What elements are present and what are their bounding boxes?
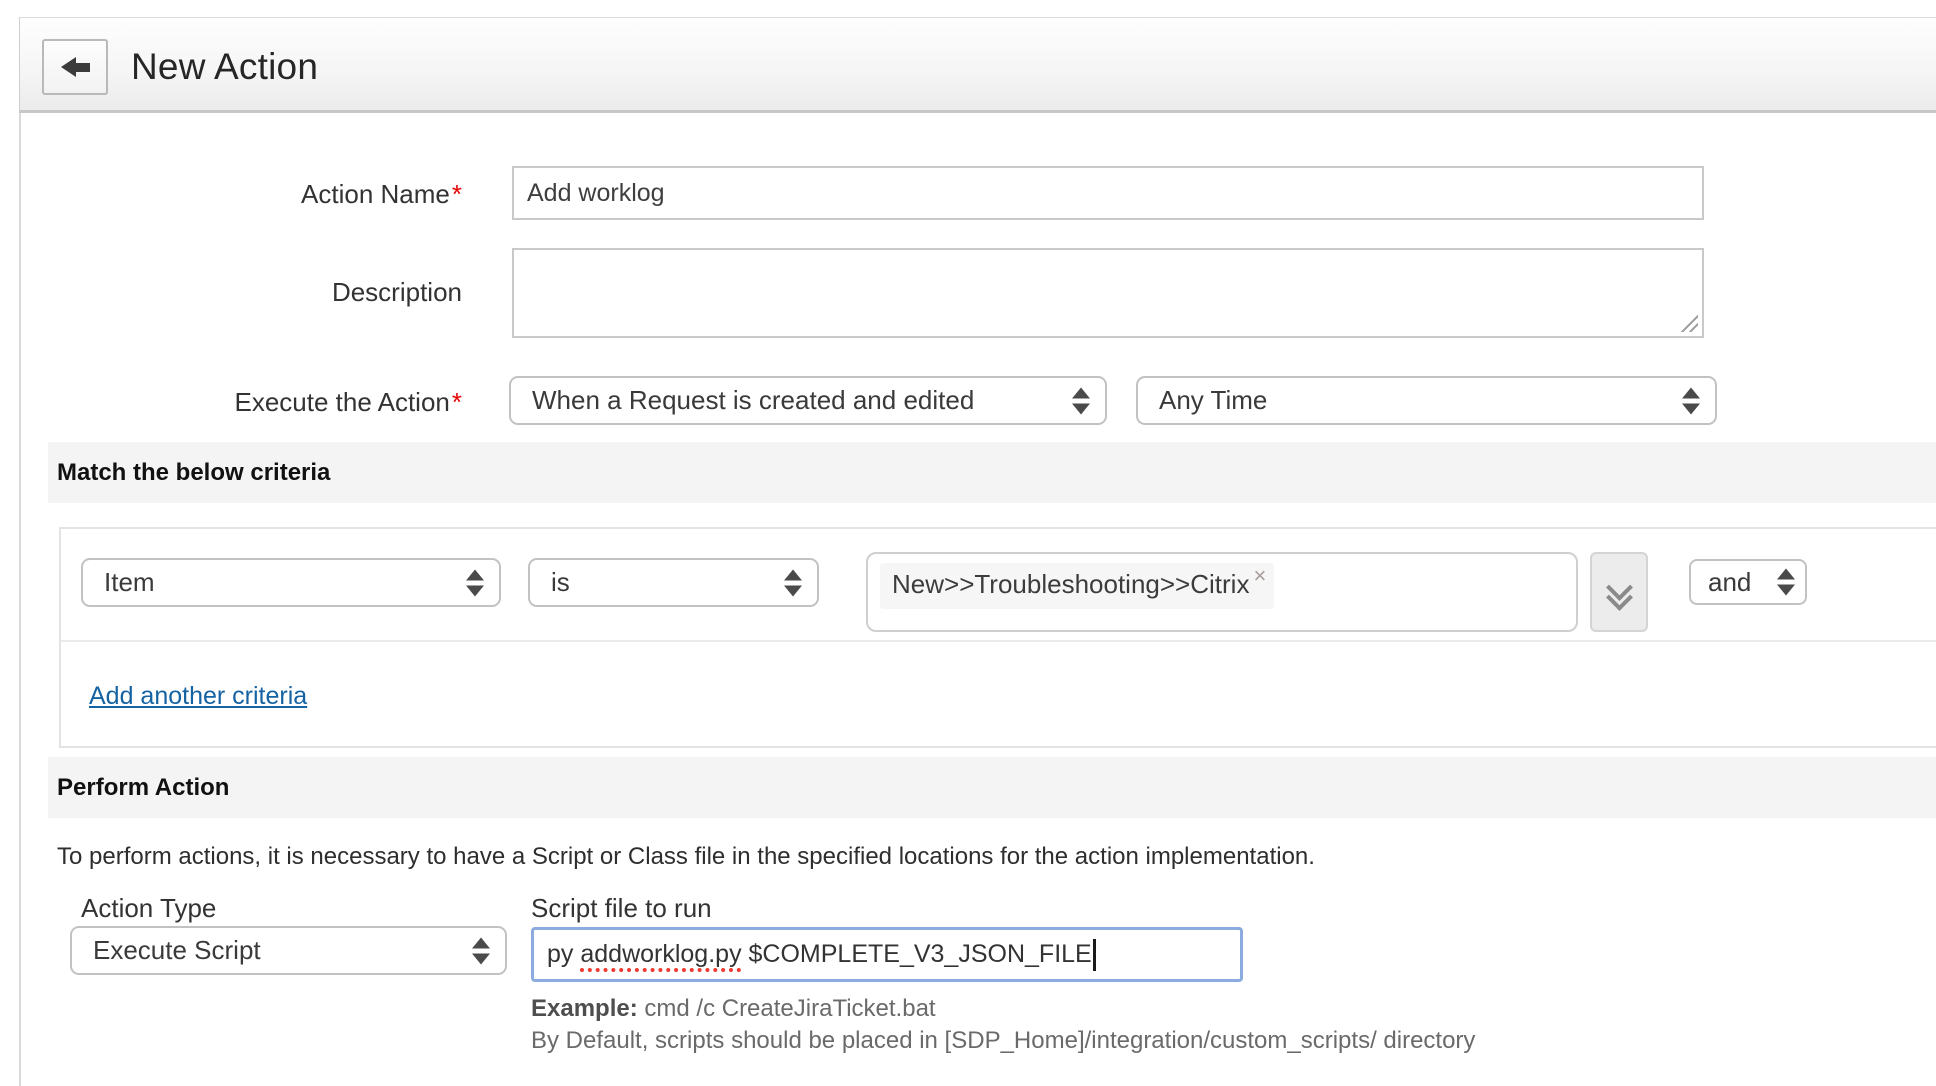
script-file-input[interactable]: py addworklog.py $COMPLETE_V3_JSON_FILE — [531, 927, 1243, 982]
arrow-left-icon — [61, 57, 90, 77]
script-file-label: Script file to run — [531, 893, 712, 924]
new-action-page: New Action Action Name* Add worklog Desc… — [0, 0, 1936, 1086]
text-cursor — [1093, 939, 1096, 971]
perform-section-header: Perform Action — [48, 757, 1936, 818]
action-type-label: Action Type — [81, 893, 216, 924]
criteria-operator-select[interactable]: is — [528, 558, 819, 607]
criteria-section-header: Match the below criteria — [48, 442, 1936, 503]
panel-left-border — [19, 113, 21, 1086]
select-arrows-icon — [784, 569, 802, 596]
criteria-field-select[interactable]: Item — [81, 558, 501, 607]
resize-handle-icon[interactable] — [1680, 314, 1698, 332]
misspelled-word: addworklog.py — [580, 940, 741, 969]
remove-tag-icon[interactable]: × — [1253, 563, 1266, 589]
script-default-note: By Default, scripts should be placed in … — [531, 1027, 1475, 1055]
execute-action-label: Execute the Action* — [96, 387, 462, 418]
criteria-values-field[interactable]: New>>Troubleshooting>>Citrix × — [866, 552, 1578, 632]
select-arrows-icon — [1682, 387, 1700, 414]
page-title: New Action — [131, 46, 318, 88]
perform-note: To perform actions, it is necessary to h… — [57, 843, 1315, 871]
select-arrows-icon — [1072, 387, 1090, 414]
add-another-criteria-link[interactable]: Add another criteria — [89, 682, 307, 711]
select-arrows-icon — [1777, 569, 1795, 596]
select-arrows-icon — [466, 569, 484, 596]
execute-time-select[interactable]: Any Time — [1136, 376, 1717, 425]
description-textarea[interactable] — [512, 248, 1704, 338]
select-arrows-icon — [472, 937, 490, 964]
action-name-input[interactable]: Add worklog — [512, 166, 1704, 220]
action-name-label: Action Name* — [96, 179, 462, 210]
script-example-line: Example: cmd /c CreateJiraTicket.bat — [531, 995, 936, 1023]
criteria-divider — [61, 640, 1936, 642]
pick-values-button[interactable] — [1590, 552, 1648, 632]
criteria-joiner-select[interactable]: and — [1689, 559, 1807, 605]
action-type-select[interactable]: Execute Script — [70, 926, 507, 975]
criteria-value-tag: New>>Troubleshooting>>Citrix × — [880, 563, 1274, 609]
execute-event-select[interactable]: When a Request is created and edited — [509, 376, 1107, 425]
description-label: Description — [96, 277, 462, 308]
required-asterisk: * — [452, 179, 462, 209]
required-asterisk: * — [452, 387, 462, 417]
back-button[interactable] — [42, 39, 108, 95]
